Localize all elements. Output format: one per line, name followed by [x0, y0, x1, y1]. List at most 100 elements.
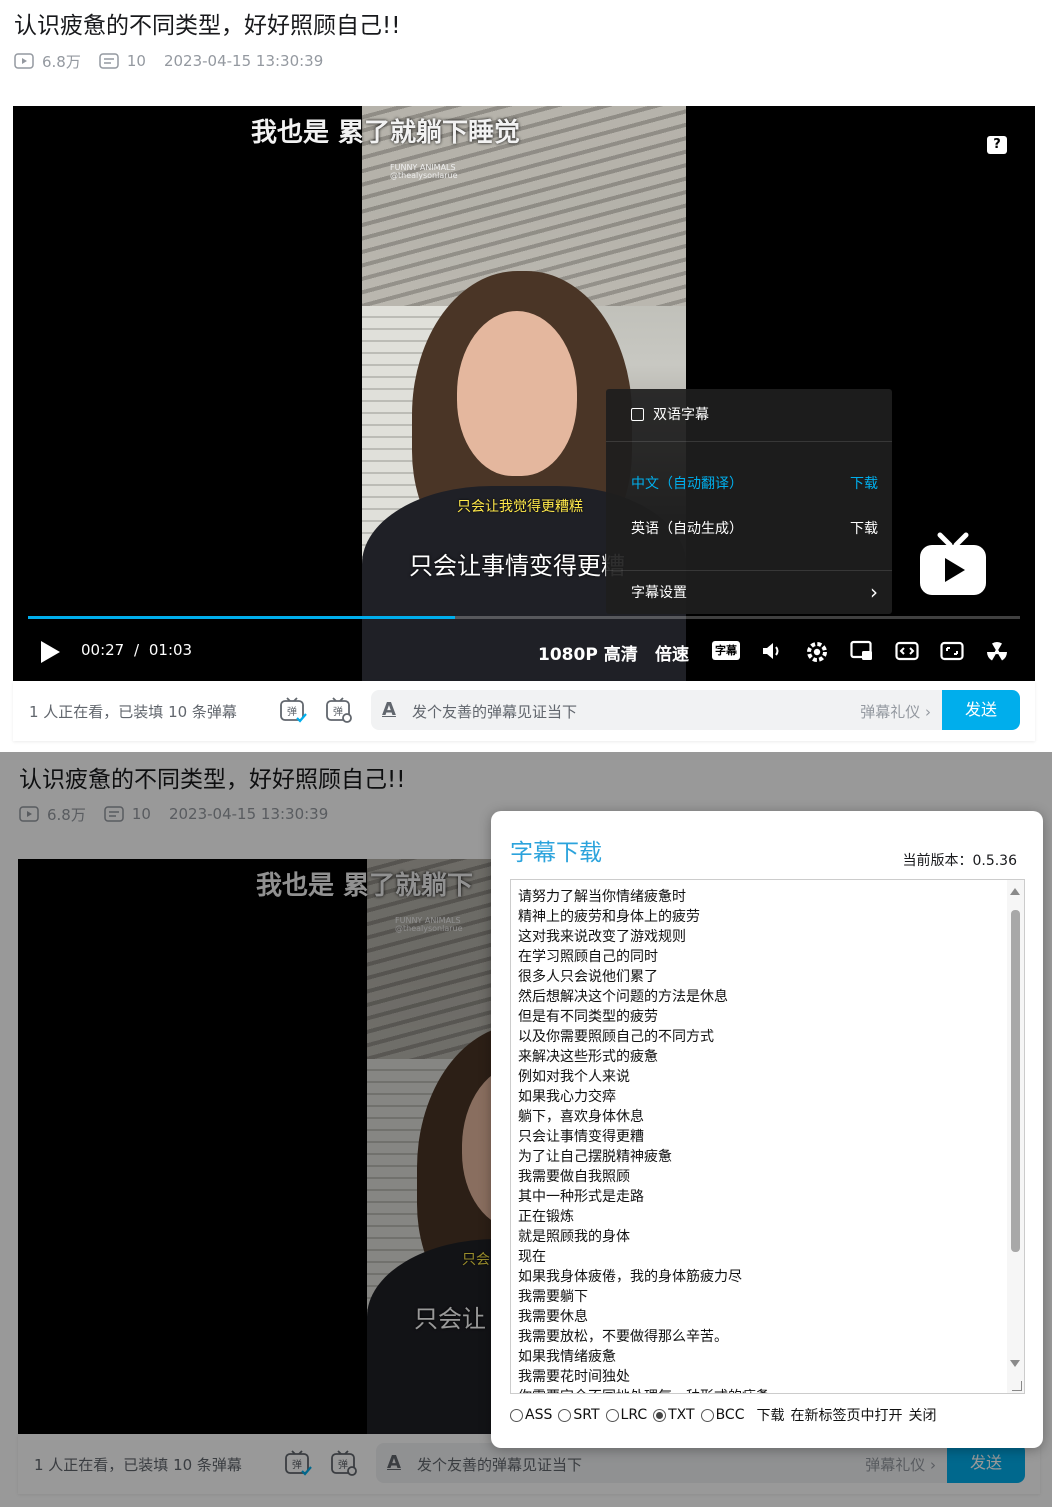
- top-screenshot: 认识疲惫的不同类型，好好照顾自己!! 6.8万 10 2023-04-15 13…: [0, 0, 1052, 745]
- radio-icon[interactable]: [510, 1408, 523, 1422]
- video-meta: 6.8万 10 2023-04-15 13:30:39: [14, 50, 341, 72]
- burned-subtitle: 只会让我觉得更糟糕: [457, 499, 583, 515]
- help-icon[interactable]: ?: [987, 136, 1007, 154]
- subtitle-line-item: 很多人只会说他们累了: [518, 969, 658, 985]
- subtitle-line-item: 躺下，喜欢身体休息: [518, 1109, 644, 1125]
- radio-icon[interactable]: [653, 1408, 667, 1422]
- subtitle-line-item: 现在: [518, 1249, 546, 1265]
- play-count-icon: [14, 53, 34, 69]
- play-count: 6.8万: [14, 51, 81, 72]
- danmaku-count: 10: [99, 52, 146, 70]
- scroll-down-icon[interactable]: [1010, 1360, 1020, 1367]
- subtitle-line-item: 如果我身体疲倦，我的身体筋疲力尽: [518, 1269, 742, 1285]
- format-radio-ass[interactable]: ASS: [510, 1407, 552, 1423]
- bilingual-toggle[interactable]: 双语字幕: [606, 403, 892, 425]
- close-link[interactable]: 关闭: [909, 1405, 937, 1425]
- track-label: 中文（自动翻译）: [631, 476, 743, 492]
- subtitle-settings[interactable]: 字幕设置 ›: [606, 580, 892, 604]
- progress-bar[interactable]: [28, 616, 1020, 619]
- track-download-link[interactable]: 下载: [850, 518, 878, 538]
- format-radio-bcc[interactable]: BCC: [700, 1407, 745, 1423]
- track-download-link[interactable]: 下载: [850, 473, 878, 493]
- subtitle-line-item: 然后想解决这个问题的方法是休息: [518, 989, 728, 1005]
- progress-fill: [28, 616, 455, 619]
- player-controls: 00:27 / 01:03 1080P 高清 倍速 字幕: [13, 631, 1035, 671]
- subtitle-line-item: 例如对我个人来说: [518, 1069, 630, 1085]
- format-options: ASS SRT LRC TXT BCC 下载 在新标签页中打开 关闭: [510, 1405, 937, 1425]
- bilibili-tv-icon: [920, 532, 986, 595]
- subtitle-line-item: 只会让事情变得更糟: [518, 1129, 644, 1145]
- subtitle-button[interactable]: 字幕: [712, 641, 740, 660]
- time-display: 00:27 / 01:03: [81, 641, 192, 659]
- subtitle-line-item: 我需要休息: [518, 1309, 588, 1325]
- time-total: 01:03: [148, 641, 193, 659]
- widescreen-icon[interactable]: [895, 640, 919, 662]
- subtitle-textarea[interactable]: 请努力了解当你情绪疲惫时 精神上的疲劳和身体上的疲劳 这对我来说改变了游戏规则 在学习…: [510, 879, 1025, 1394]
- subtitle-download-dialog: 字幕下载 当前版本：0.5.36 请努力了解当你情绪疲惫时 精神上的疲劳和身体上的…: [491, 811, 1043, 1448]
- viewer-count: 1 人正在看，已装填 10 条弹幕: [29, 703, 237, 721]
- subtitle-line-item: 如果我心力交瘁: [518, 1089, 616, 1105]
- subtitle-line-item: 为了让自己摆脱精神疲惫: [518, 1149, 672, 1165]
- subtitle-line-item: 正在锻炼: [518, 1209, 574, 1225]
- radio-icon[interactable]: [700, 1408, 714, 1422]
- video-title: 认识疲惫的不同类型，好好照顾自己!!: [14, 13, 401, 39]
- danmaku-placeholder: 发个友善的弹幕见证当下: [412, 703, 578, 721]
- danmaku-toggle-icon[interactable]: 弹: [279, 696, 307, 724]
- scrollbar-thumb[interactable]: [1011, 910, 1020, 1252]
- format-radio-group: ASS SRT LRC TXT BCC: [510, 1407, 751, 1423]
- format-label: LRC: [620, 1407, 648, 1423]
- video-watermark: FUNNY ANIMALS @thealysonlarue: [390, 164, 458, 180]
- video-player[interactable]: FUNNY ANIMALS @thealysonlarue 我也是 累了就躺下睡…: [13, 106, 1035, 681]
- format-label: TXT: [668, 1407, 695, 1423]
- radio-icon[interactable]: [605, 1408, 619, 1422]
- subtitle-line-item: 精神上的疲劳和身体上的疲劳: [518, 909, 700, 925]
- radiation-fullscreen-icon[interactable]: [985, 640, 1009, 664]
- chevron-right-icon: ›: [870, 580, 878, 604]
- subtitle-lines: 请努力了解当你情绪疲惫时 精神上的疲劳和身体上的疲劳 这对我来说改变了游戏规则 在学习…: [511, 880, 1024, 1393]
- time-current: 00:27: [81, 641, 125, 659]
- download-link[interactable]: 下载: [757, 1405, 785, 1425]
- time-separator: /: [134, 641, 140, 659]
- font-style-icon[interactable]: A: [382, 699, 396, 720]
- format-radio-srt[interactable]: SRT: [558, 1407, 600, 1423]
- resize-handle-icon[interactable]: [1012, 1381, 1022, 1391]
- format-radio-lrc[interactable]: LRC: [605, 1407, 648, 1423]
- scrollbar[interactable]: [1007, 880, 1024, 1393]
- danmaku-send-bar: 1 人正在看，已装填 10 条弹幕 弹 弹 A 发个友善的弹幕见证当下 弹幕礼仪…: [13, 681, 1035, 741]
- dialog-title: 字幕下载: [510, 840, 602, 866]
- danmaku-settings-icon[interactable]: 弹: [325, 696, 353, 724]
- checkbox-icon[interactable]: [631, 408, 644, 421]
- danmaku-count-value: 10: [126, 52, 146, 70]
- bilingual-label: 双语字幕: [653, 407, 709, 423]
- radio-icon[interactable]: [558, 1408, 572, 1422]
- volume-icon[interactable]: [761, 640, 783, 662]
- subtitle-line: 只会让事情变得更糟: [409, 552, 625, 580]
- subtitle-track-en[interactable]: 英语（自动生成） 下载: [606, 517, 892, 539]
- danmaku-count-icon: [99, 53, 119, 69]
- subtitle-line-item: 我需要花时间独处: [518, 1369, 630, 1385]
- person-face: [457, 311, 577, 476]
- subtitle-line-item: 但是有不同类型的疲劳: [518, 1009, 658, 1025]
- speed-button[interactable]: 倍速: [655, 640, 689, 665]
- play-count-value: 6.8万: [42, 52, 81, 71]
- danmaku-etiquette-link[interactable]: 弹幕礼仪 ›: [860, 701, 931, 722]
- webpage-fullscreen-icon[interactable]: [940, 640, 964, 662]
- subtitle-line-item: 你需要完全不同地处理每一种形式的疲惫: [518, 1387, 1024, 1393]
- subtitle-track-zh[interactable]: 中文（自动翻译） 下载: [606, 472, 892, 494]
- version-label: 当前版本：0.5.36: [902, 853, 1017, 869]
- send-button[interactable]: 发送: [942, 690, 1020, 730]
- subtitle-line-item: 就是照顾我的身体: [518, 1229, 630, 1245]
- subtitle-line-item: 在学习照顾自己的同时: [518, 949, 658, 965]
- subtitle-line-item: 这对我来说改变了游戏规则: [518, 929, 686, 945]
- open-new-tab-link[interactable]: 在新标签页中打开: [791, 1405, 903, 1425]
- picture-in-picture-icon[interactable]: [850, 640, 874, 662]
- gear-icon[interactable]: [805, 640, 829, 664]
- subtitle-line-item: 如果我情绪疲惫: [518, 1349, 616, 1365]
- scroll-up-icon[interactable]: [1010, 888, 1020, 895]
- subtitle-settings-label: 字幕设置: [631, 585, 687, 601]
- quality-button[interactable]: 1080P 高清: [538, 640, 638, 665]
- track-label: 英语（自动生成）: [631, 521, 743, 537]
- format-radio-txt[interactable]: TXT: [653, 1407, 695, 1423]
- play-icon[interactable]: [39, 640, 61, 664]
- danmaku-input[interactable]: A 发个友善的弹幕见证当下 弹幕礼仪 ›: [371, 690, 943, 730]
